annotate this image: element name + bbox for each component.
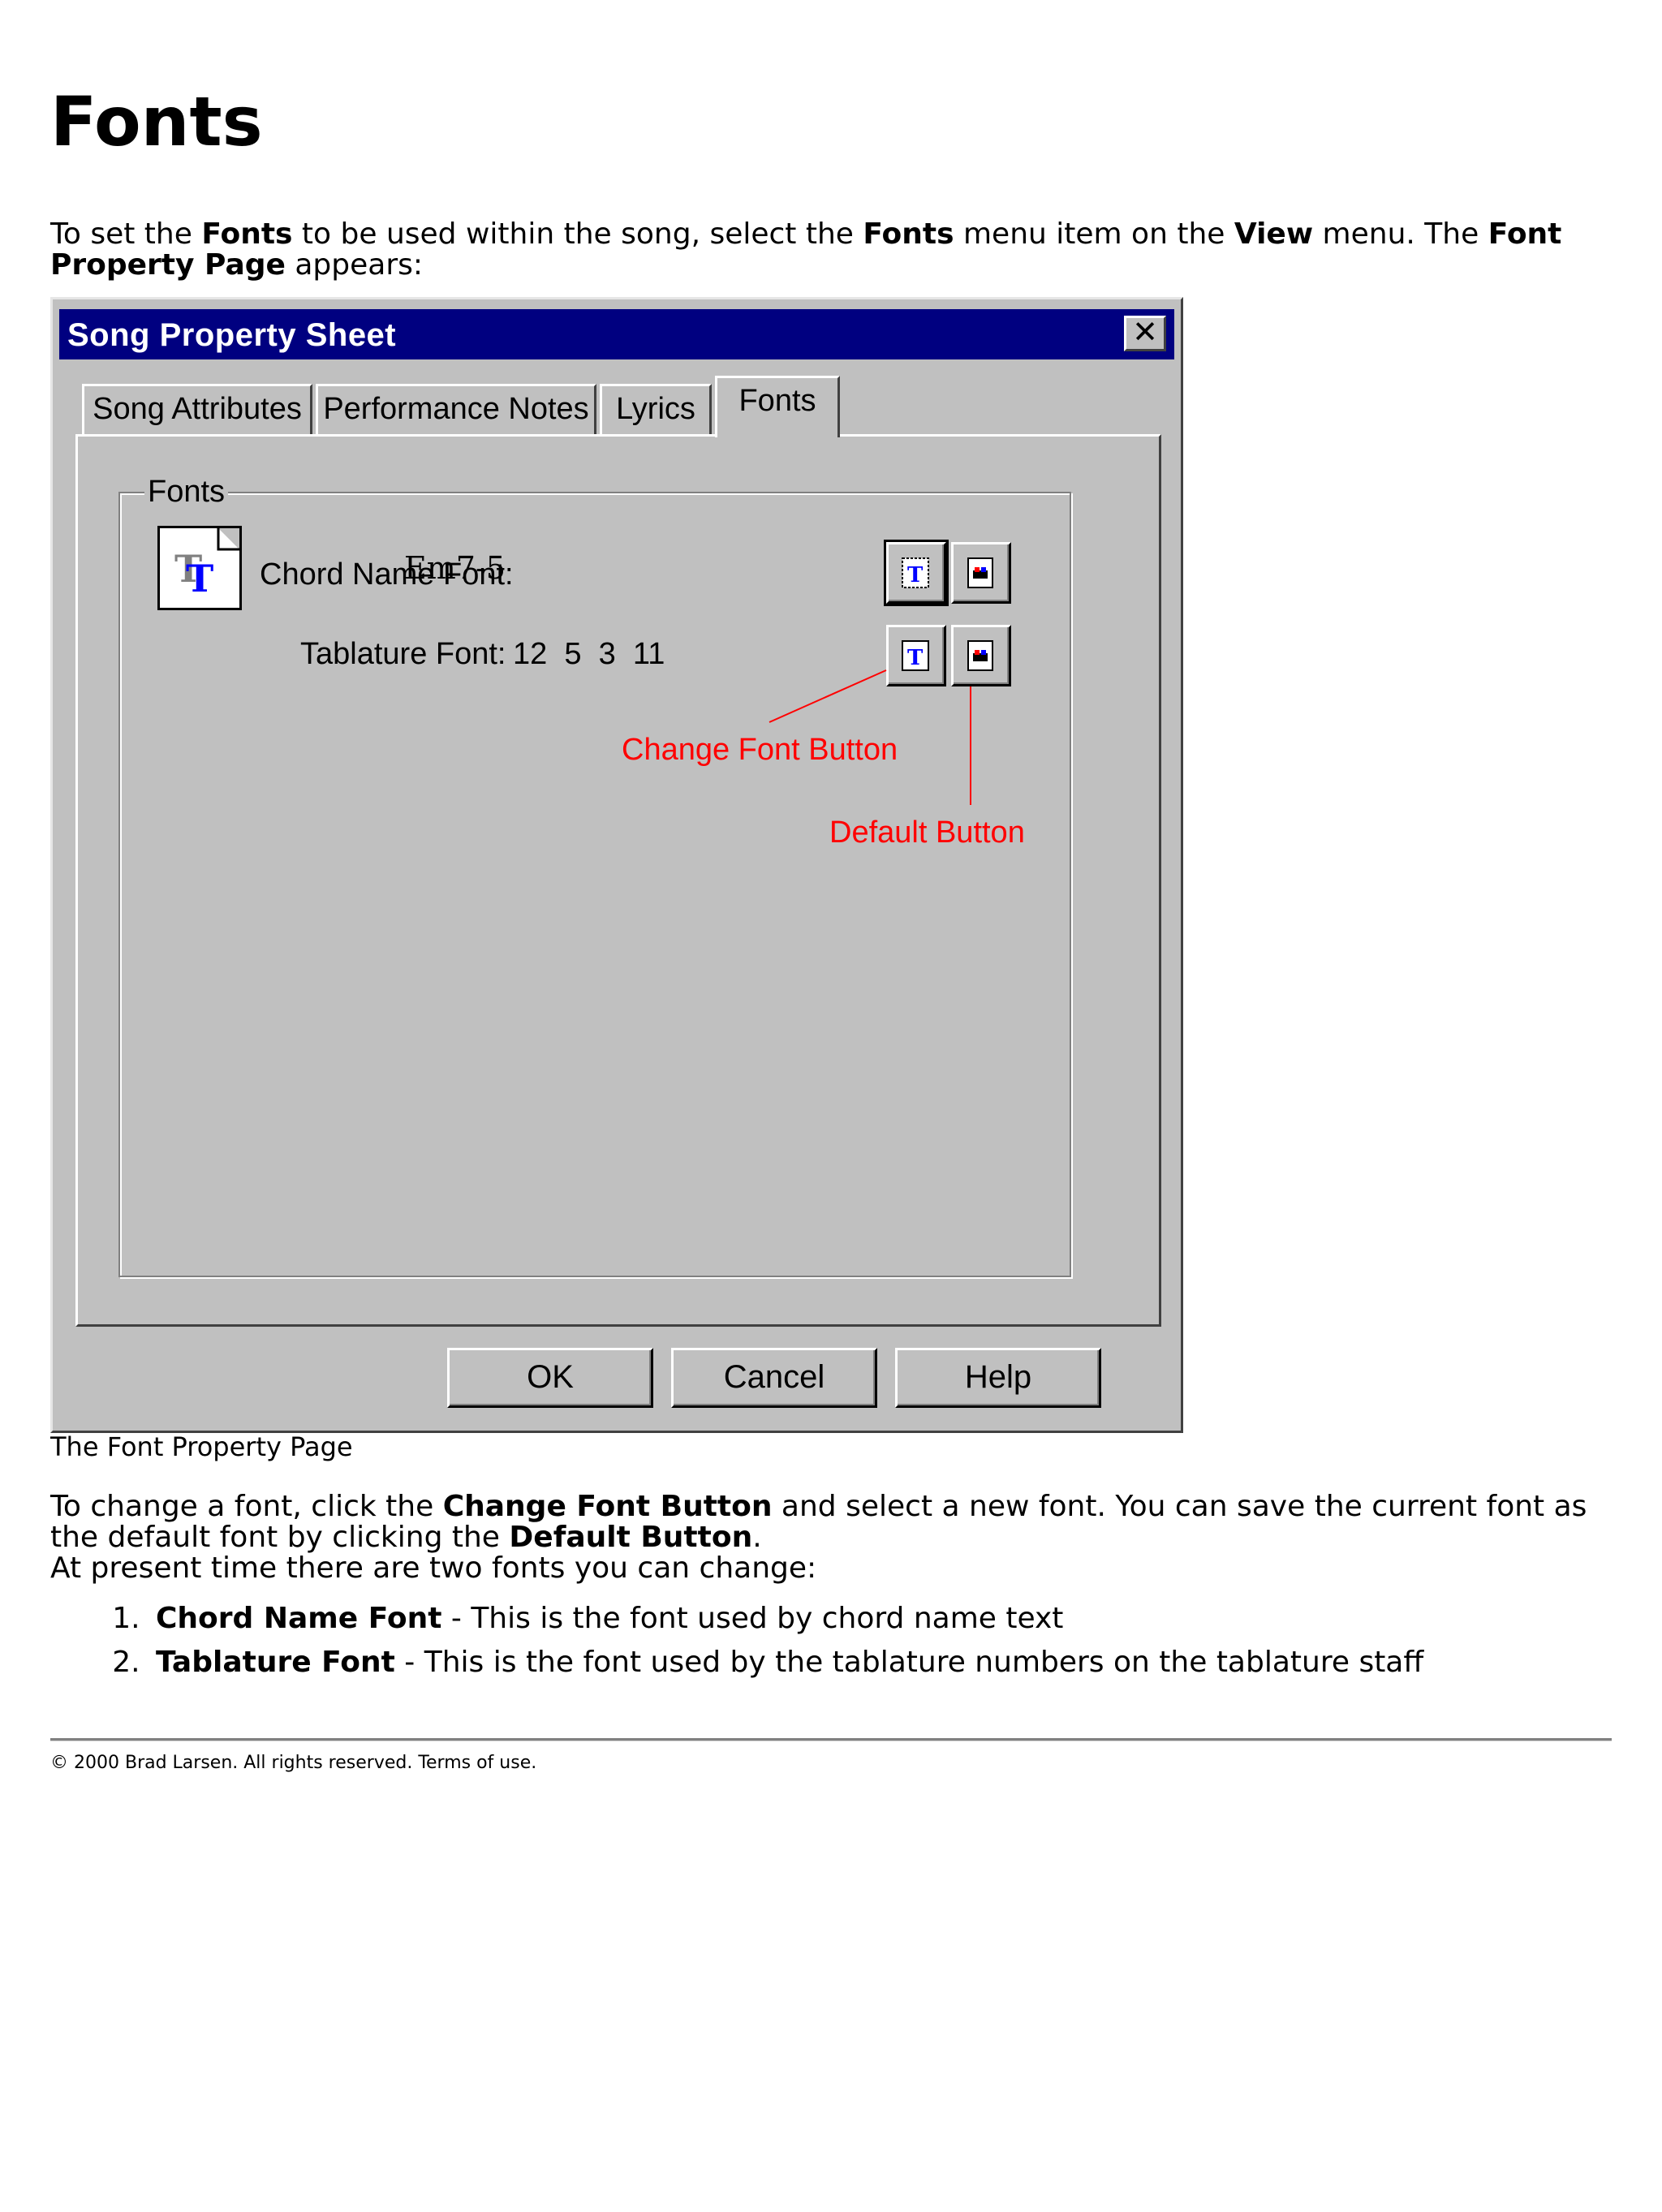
tab-song-attributes[interactable]: Song Attributes bbox=[82, 384, 312, 434]
tab-label: Fonts bbox=[738, 384, 816, 418]
para-bold: Default Button bbox=[509, 1521, 753, 1554]
intro-text: menu. The bbox=[1313, 217, 1488, 251]
fonts-tab-panel: Fonts T T Chord Name Font: Em7-5 Tablatu… bbox=[75, 434, 1161, 1327]
tab-fonts[interactable]: Fonts bbox=[715, 376, 840, 437]
footer-divider bbox=[50, 1738, 1612, 1741]
para-bold: Change Font Button bbox=[442, 1490, 773, 1523]
tab-label: Performance Notes bbox=[323, 392, 589, 426]
song-property-sheet-dialog: Song Property Sheet ✕ Song Attributes Pe… bbox=[50, 297, 1183, 1433]
list-item-term: Tablature Font bbox=[156, 1646, 395, 1679]
help-label: Help bbox=[964, 1359, 1032, 1395]
page-heading: Fonts bbox=[50, 82, 263, 161]
list-item-text: - This is the font used by the tablature… bbox=[394, 1646, 1424, 1679]
intro-bold: Fonts bbox=[863, 217, 954, 251]
cancel-label: Cancel bbox=[723, 1359, 825, 1395]
para-text: . bbox=[752, 1521, 762, 1554]
cancel-button[interactable]: Cancel bbox=[671, 1348, 877, 1408]
intro-text: appears: bbox=[285, 248, 424, 282]
fonts-list: Chord Name Font - This is the font used … bbox=[50, 1597, 1423, 1685]
intro-paragraph: To set the Fonts to be used within the s… bbox=[50, 219, 1576, 281]
tab-label: Song Attributes bbox=[93, 392, 302, 426]
annotation-change-font: Change Font Button bbox=[622, 733, 898, 767]
intro-text: to be used within the song, select the bbox=[292, 217, 863, 251]
change-font-paragraph: To change a font, click the Change Font … bbox=[50, 1491, 1592, 1553]
figure-caption: The Font Property Page bbox=[50, 1431, 353, 1462]
intro-bold: Fonts bbox=[201, 217, 293, 251]
fonts-list-intro: At present time there are two fonts you … bbox=[50, 1551, 817, 1585]
close-button[interactable]: ✕ bbox=[1124, 316, 1166, 351]
intro-bold: View bbox=[1234, 217, 1314, 251]
para-text: To change a font, click the bbox=[50, 1490, 443, 1523]
dialog-title-bar: Song Property Sheet ✕ bbox=[59, 309, 1174, 359]
tab-lyrics[interactable]: Lyrics bbox=[600, 384, 712, 434]
intro-text: To set the bbox=[50, 217, 202, 251]
ok-label: OK bbox=[527, 1359, 574, 1395]
footer-copyright: © 2000 Brad Larsen. All rights reserved.… bbox=[50, 1753, 537, 1773]
ok-button[interactable]: OK bbox=[447, 1348, 653, 1408]
list-item-term: Chord Name Font bbox=[156, 1602, 442, 1635]
tab-performance-notes[interactable]: Performance Notes bbox=[316, 384, 596, 434]
list-item: Chord Name Font - This is the font used … bbox=[149, 1597, 1423, 1641]
list-item: Tablature Font - This is the font used b… bbox=[149, 1641, 1423, 1685]
dialog-title: Song Property Sheet bbox=[67, 317, 397, 353]
tab-label: Lyrics bbox=[616, 392, 695, 426]
annotation-default-button: Default Button bbox=[829, 816, 1025, 850]
help-button[interactable]: Help bbox=[895, 1348, 1101, 1408]
intro-text: menu item on the bbox=[954, 217, 1234, 251]
list-item-text: - This is the font used by chord name te… bbox=[441, 1602, 1064, 1635]
close-icon: ✕ bbox=[1132, 316, 1158, 350]
fonts-groupbox: Fonts T T Chord Name Font: Em7-5 Tablatu… bbox=[118, 474, 1071, 1277]
